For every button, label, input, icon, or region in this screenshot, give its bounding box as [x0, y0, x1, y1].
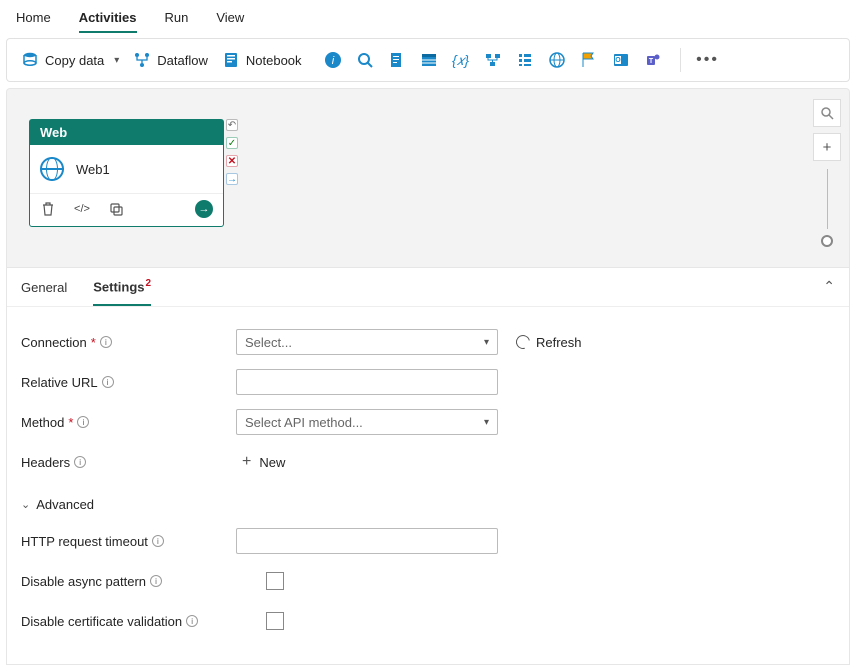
timeout-input[interactable] — [236, 528, 498, 554]
dataflow-button[interactable]: Dataflow — [133, 51, 208, 69]
pipeline-canvas[interactable]: Web Web1 </> → ↶ ✓ ✕ → + — [6, 88, 850, 268]
list-icon[interactable] — [516, 51, 534, 69]
outlook-icon[interactable]: O — [612, 51, 630, 69]
method-select[interactable]: Select API method... ▾ — [236, 409, 498, 435]
teams-icon[interactable]: T — [644, 51, 662, 69]
zoom-slider-knob[interactable] — [821, 235, 833, 247]
dataflow-label: Dataflow — [157, 53, 208, 68]
method-placeholder: Select API method... — [245, 415, 363, 430]
menu-home[interactable]: Home — [16, 6, 51, 33]
database-icon — [21, 51, 39, 69]
tab-general[interactable]: General — [21, 280, 67, 305]
info-icon[interactable]: i — [74, 456, 86, 468]
menu-view[interactable]: View — [216, 6, 244, 33]
method-label: Method — [21, 415, 64, 430]
delete-icon[interactable] — [40, 201, 56, 217]
zoom-slider-track[interactable] — [827, 169, 828, 229]
table-icon[interactable] — [420, 51, 438, 69]
svg-text:T: T — [648, 58, 653, 65]
completion-port-icon[interactable]: → — [226, 173, 238, 185]
settings-form: Connection * i Select... ▾ Refresh Relat… — [7, 307, 849, 664]
chevron-down-icon: ▾ — [114, 55, 119, 66]
connection-label: Connection — [21, 335, 87, 350]
code-icon[interactable]: </> — [74, 201, 90, 217]
copy-data-label: Copy data — [45, 53, 104, 68]
add-header-button[interactable]: + New — [236, 453, 285, 471]
connection-select[interactable]: Select... ▾ — [236, 329, 498, 355]
canvas-tools: + — [813, 99, 841, 247]
advanced-section-toggle[interactable]: ⌄ Advanced — [21, 497, 835, 512]
required-marker: * — [91, 335, 96, 350]
menubar: Home Activities Run View — [0, 0, 856, 34]
notebook-button[interactable]: Notebook — [222, 51, 302, 69]
tab-settings-label: Settings — [93, 279, 144, 294]
tab-settings[interactable]: Settings2 — [93, 278, 151, 306]
info-icon[interactable]: i — [100, 336, 112, 348]
info-icon[interactable]: i — [102, 376, 114, 388]
chevron-down-icon: ⌄ — [21, 498, 30, 511]
collapse-panel-icon[interactable]: ⌃ — [823, 278, 835, 295]
notebook-icon — [222, 51, 240, 69]
chevron-down-icon: ▾ — [484, 337, 489, 348]
info-circle-icon[interactable]: i — [324, 51, 342, 69]
info-icon[interactable]: i — [150, 575, 162, 587]
web-icon — [40, 157, 64, 181]
activity-ports: ↶ ✓ ✕ → — [225, 119, 239, 185]
web-activity-card[interactable]: Web Web1 </> → — [29, 119, 224, 227]
disable-async-label: Disable async pattern — [21, 574, 146, 589]
svg-text:O: O — [615, 57, 621, 64]
chevron-down-icon: ▾ — [484, 417, 489, 428]
copy-icon[interactable] — [108, 201, 124, 217]
relative-url-label: Relative URL — [21, 375, 98, 390]
relative-url-input[interactable] — [236, 369, 498, 395]
disable-cert-label: Disable certificate validation — [21, 614, 182, 629]
activity-type-label: Web — [30, 120, 223, 145]
refresh-icon — [513, 333, 532, 352]
toolbar-separator — [680, 48, 681, 72]
copy-data-button[interactable]: Copy data ▾ — [21, 51, 119, 69]
flag-icon[interactable] — [580, 51, 598, 69]
more-icon[interactable]: ••• — [699, 51, 717, 69]
plus-icon: + — [242, 453, 251, 471]
required-marker: * — [68, 415, 73, 430]
dataflow-icon — [133, 51, 151, 69]
tab-settings-badge: 2 — [146, 278, 152, 289]
notebook-label: Notebook — [246, 53, 302, 68]
toolbar: Copy data ▾ Dataflow Notebook i {𝑥} O — [6, 38, 850, 82]
headers-label: Headers — [21, 455, 70, 470]
properties-tabs: General Settings2 ⌃ — [7, 268, 849, 307]
script-icon[interactable] — [388, 51, 406, 69]
menu-run[interactable]: Run — [165, 6, 189, 33]
info-icon[interactable]: i — [152, 535, 164, 547]
pipeline-icon[interactable] — [484, 51, 502, 69]
canvas-search-icon[interactable] — [813, 99, 841, 127]
menu-activities[interactable]: Activities — [79, 6, 137, 33]
failure-port-icon[interactable]: ✕ — [226, 155, 238, 167]
activity-name: Web1 — [76, 162, 110, 177]
new-header-label: New — [259, 455, 285, 470]
refresh-label: Refresh — [536, 335, 582, 350]
advanced-label: Advanced — [36, 497, 94, 512]
refresh-button[interactable]: Refresh — [516, 335, 582, 350]
undo-port-icon[interactable]: ↶ — [226, 119, 238, 131]
connection-placeholder: Select... — [245, 335, 292, 350]
properties-panel: General Settings2 ⌃ Connection * i Selec… — [6, 268, 850, 665]
success-port-icon[interactable]: ✓ — [226, 137, 238, 149]
info-icon[interactable]: i — [77, 416, 89, 428]
variable-icon[interactable]: {𝑥} — [452, 51, 470, 69]
search-icon[interactable] — [356, 51, 374, 69]
timeout-label: HTTP request timeout — [21, 534, 148, 549]
disable-cert-checkbox[interactable] — [266, 612, 284, 630]
disable-async-checkbox[interactable] — [266, 572, 284, 590]
run-icon[interactable]: → — [195, 200, 213, 218]
zoom-in-icon[interactable]: + — [813, 133, 841, 161]
globe-icon[interactable] — [548, 51, 566, 69]
info-icon[interactable]: i — [186, 615, 198, 627]
